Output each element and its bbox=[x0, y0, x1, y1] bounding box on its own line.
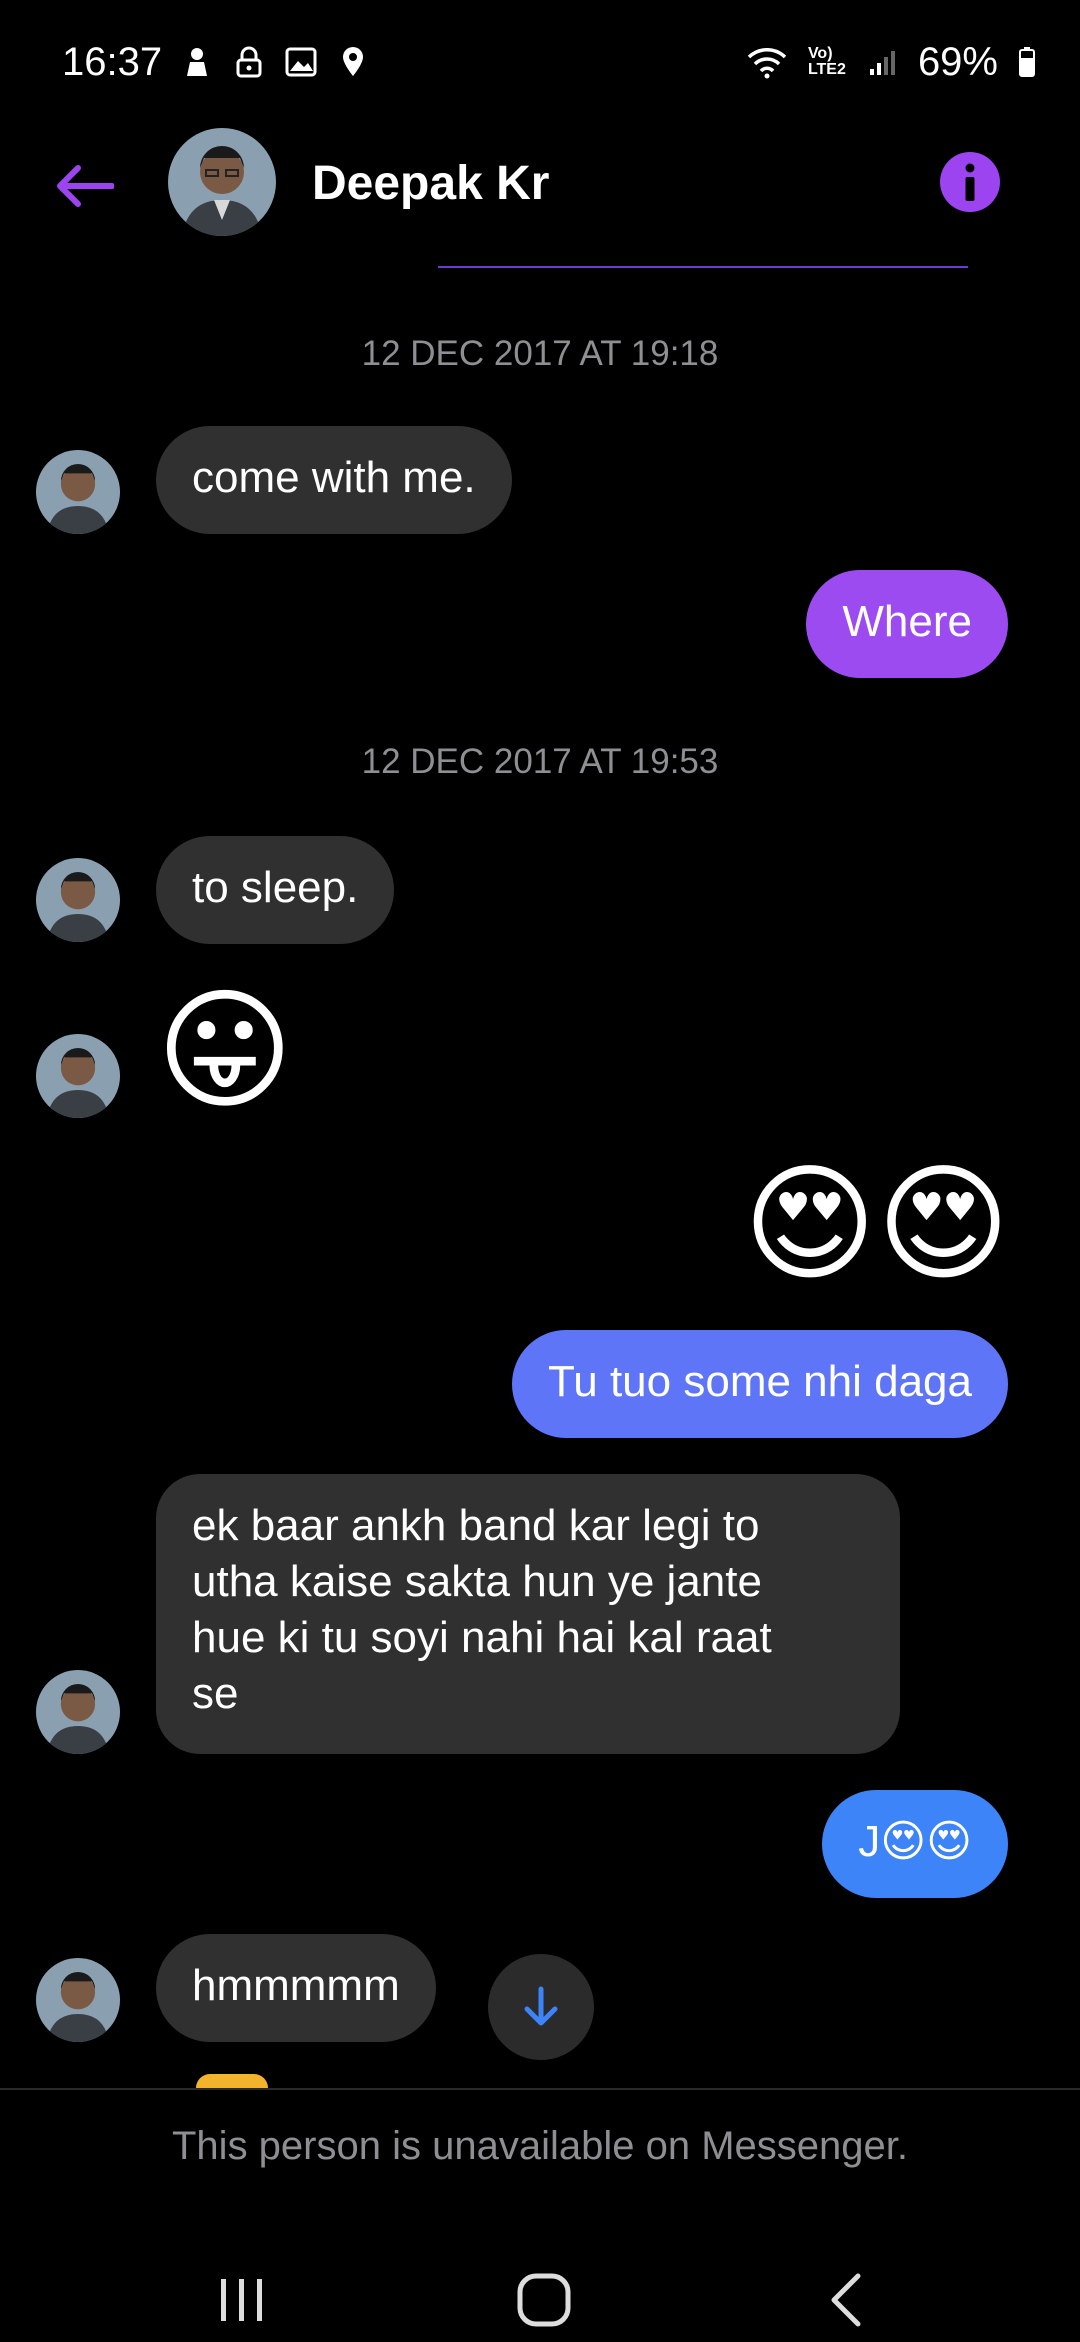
message-line: utha kaise sakta hun ye jante bbox=[192, 1557, 762, 1606]
info-icon bbox=[965, 163, 975, 201]
status-bar: 16:37 Vo) LTE2 69% bbox=[0, 0, 1080, 124]
signal-icon bbox=[866, 45, 900, 79]
lock-icon bbox=[232, 45, 266, 79]
scroll-to-bottom-button[interactable] bbox=[488, 1954, 594, 2060]
timestamp: 12 DEC 2017 AT 19:53 bbox=[361, 742, 719, 781]
sender-avatar[interactable] bbox=[36, 450, 120, 534]
partial-emoji-peek bbox=[196, 2074, 268, 2088]
recent-apps-button[interactable] bbox=[202, 2260, 282, 2340]
status-time: 16:37 bbox=[62, 39, 163, 84]
contact-name[interactable]: Deepak Kr bbox=[312, 156, 549, 211]
chevron-left-icon bbox=[831, 2273, 861, 2327]
info-button[interactable] bbox=[940, 152, 1000, 212]
network-type-label: Vo) LTE2 bbox=[807, 45, 846, 78]
message-bubble-incoming[interactable]: ek baar ankh band kar legi to utha kaise… bbox=[156, 1474, 900, 1754]
image-icon bbox=[284, 45, 318, 79]
sender-avatar[interactable] bbox=[36, 858, 120, 942]
contact-avatar[interactable] bbox=[168, 128, 276, 236]
system-back-button[interactable] bbox=[806, 2260, 886, 2340]
emoji-message-outgoing[interactable]: 😍😍 bbox=[743, 1150, 1010, 1300]
home-button[interactable] bbox=[504, 2260, 584, 2340]
location-icon bbox=[336, 45, 370, 79]
message-line: hue ki tu soyi nahi hai kal raat bbox=[192, 1613, 772, 1662]
message-bubble-outgoing[interactable]: Where bbox=[806, 570, 1008, 678]
footer: This person is unavailable on Messenger. bbox=[0, 2088, 1080, 2342]
message-bubble-incoming[interactable]: come with me. bbox=[156, 426, 512, 534]
sender-avatar[interactable] bbox=[36, 1958, 120, 2042]
message-line: se bbox=[192, 1669, 239, 1718]
timestamp: 12 DEC 2017 AT 19:18 bbox=[361, 334, 719, 373]
back-button[interactable] bbox=[52, 154, 116, 218]
home-icon bbox=[517, 2273, 571, 2327]
sender-avatar[interactable] bbox=[36, 1034, 120, 1118]
recent-apps-icon bbox=[221, 2279, 262, 2321]
emoji-message-incoming[interactable]: 😛 bbox=[156, 976, 294, 1126]
message-bubble-outgoing[interactable]: J😍😍 bbox=[822, 1790, 1008, 1898]
ghost-icon bbox=[180, 45, 214, 79]
wifi-icon bbox=[744, 45, 790, 79]
scroll-divider bbox=[438, 266, 968, 268]
message-bubble-incoming[interactable]: hmmmmm bbox=[156, 1934, 436, 2042]
system-nav-bar bbox=[0, 2250, 1080, 2340]
back-arrow-icon bbox=[57, 165, 114, 207]
battery-icon bbox=[1016, 45, 1038, 79]
sender-avatar[interactable] bbox=[36, 1670, 120, 1754]
conversation-header: Deepak Kr bbox=[0, 124, 1080, 244]
unavailable-notice: This person is unavailable on Messenger. bbox=[172, 2124, 908, 2168]
message-bubble-outgoing[interactable]: Tu tuo some nhi daga bbox=[512, 1330, 1008, 1438]
battery-percent: 69% bbox=[917, 39, 998, 84]
message-bubble-incoming[interactable]: to sleep. bbox=[156, 836, 395, 944]
status-left: 16:37 bbox=[62, 40, 370, 85]
status-right: Vo) LTE2 69% bbox=[744, 40, 1038, 85]
arrow-down-icon bbox=[524, 1986, 558, 2026]
message-line: ek baar ankh band kar legi to bbox=[192, 1501, 760, 1550]
